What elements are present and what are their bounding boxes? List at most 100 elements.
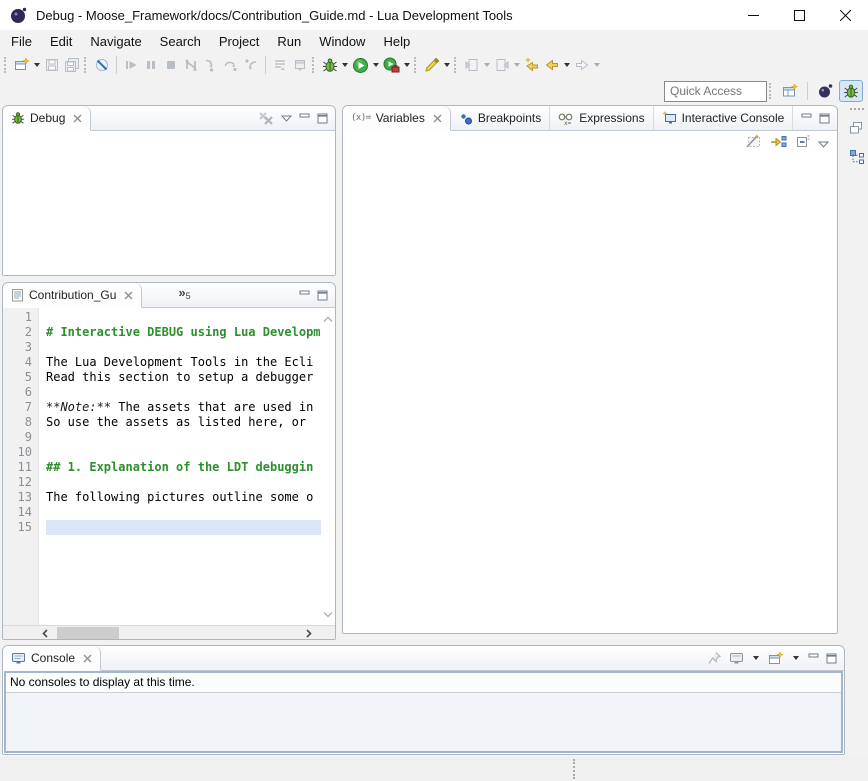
console-content[interactable]: No consoles to display at this time. [4, 671, 843, 753]
menu-navigate[interactable]: Navigate [81, 32, 150, 51]
drop-to-frame-button[interactable] [290, 54, 310, 76]
forward-button[interactable] [572, 54, 592, 76]
tab-interactive-console[interactable]: Interactive Console [654, 106, 794, 130]
tab-contribution-guide[interactable]: Contribution_Gu [3, 283, 142, 308]
run-button[interactable] [350, 54, 371, 76]
outline-view-button[interactable] [849, 149, 865, 170]
new-wizard-button[interactable] [12, 54, 32, 76]
scrollbar-thumb[interactable] [57, 627, 119, 639]
maximize-icon[interactable] [317, 113, 328, 124]
close-icon[interactable] [83, 654, 92, 663]
show-type-names-button[interactable] [745, 134, 762, 154]
horizontal-scrollbar[interactable] [3, 625, 335, 639]
back-dropdown[interactable] [564, 63, 570, 67]
external-tools-button[interactable] [381, 54, 402, 76]
open-console-button[interactable] [768, 651, 784, 666]
last-edit-location-button[interactable] [522, 54, 542, 76]
editor-line[interactable]: 12 [3, 475, 321, 490]
debug-dropdown[interactable] [342, 63, 348, 67]
editor-line[interactable]: 8So use the assets as listed here, or [3, 415, 321, 430]
step-into-button[interactable] [201, 54, 221, 76]
skip-all-breakpoints-button[interactable] [92, 54, 112, 76]
menu-file[interactable]: File [2, 32, 41, 51]
menu-help[interactable]: Help [374, 32, 419, 51]
tab-variables[interactable]: (x)= Variables [343, 106, 451, 131]
menu-run[interactable]: Run [268, 32, 310, 51]
editor-line[interactable]: 14 [3, 505, 321, 520]
run-dropdown[interactable] [373, 63, 379, 67]
toolbar-grip[interactable] [4, 57, 9, 73]
disconnect-button[interactable] [181, 54, 201, 76]
editor-line[interactable]: 6 [3, 385, 321, 400]
menu-edit[interactable]: Edit [41, 32, 81, 51]
tab-breakpoints[interactable]: Breakpoints [451, 106, 550, 130]
close-icon[interactable] [433, 114, 442, 123]
terminate-button[interactable] [161, 54, 181, 76]
editor-lines[interactable]: 12# Interactive DEBUG using Lua Developm… [3, 310, 321, 535]
next-annotation-button[interactable] [462, 54, 482, 76]
toolbar-grip[interactable] [454, 57, 459, 73]
display-console-dropdown[interactable] [753, 656, 759, 660]
use-step-filters-button[interactable] [270, 54, 290, 76]
open-perspective-button[interactable] [778, 80, 802, 102]
scroll-left-icon[interactable] [37, 627, 53, 639]
highlighter-dropdown[interactable] [444, 63, 450, 67]
editor-line[interactable]: 5Read this section to setup a debugger [3, 370, 321, 385]
view-menu-icon[interactable] [281, 115, 292, 122]
scroll-down-icon[interactable] [323, 605, 333, 623]
previous-annotation-button[interactable] [492, 54, 512, 76]
show-logical-structures-button[interactable] [770, 134, 787, 154]
resume-button[interactable] [121, 54, 141, 76]
pin-console-button[interactable] [707, 651, 722, 665]
editor-content[interactable]: 12# Interactive DEBUG using Lua Developm… [3, 308, 335, 625]
view-menu-icon[interactable] [818, 135, 829, 153]
window-minimize-button[interactable] [730, 0, 776, 30]
open-console-dropdown[interactable] [793, 656, 799, 660]
debug-view-content[interactable] [3, 131, 335, 275]
minimize-icon[interactable] [808, 653, 819, 663]
window-close-button[interactable] [822, 0, 868, 30]
highlighter-button[interactable] [422, 54, 442, 76]
minimize-icon[interactable] [299, 290, 310, 300]
suspend-button[interactable] [141, 54, 161, 76]
tab-console[interactable]: Console [3, 646, 101, 671]
back-button[interactable] [542, 54, 562, 76]
next-annotation-dropdown[interactable] [484, 63, 490, 67]
quick-access-input[interactable] [664, 81, 767, 102]
variables-content[interactable] [343, 131, 837, 633]
collapse-all-button[interactable] [795, 134, 810, 154]
maximize-icon[interactable] [819, 113, 830, 124]
scroll-right-icon[interactable] [301, 627, 317, 639]
minimize-icon[interactable] [801, 113, 812, 123]
external-tools-dropdown[interactable] [404, 63, 410, 67]
close-icon[interactable] [73, 114, 82, 123]
editor-line[interactable]: 10 [3, 445, 321, 460]
step-return-button[interactable] [241, 54, 261, 76]
step-over-button[interactable] [221, 54, 241, 76]
editor-line[interactable]: 4The Lua Development Tools in the Ecli [3, 355, 321, 370]
forward-dropdown[interactable] [594, 63, 600, 67]
save-button[interactable] [42, 54, 62, 76]
editor-line[interactable]: 15 [3, 520, 321, 535]
editor-line[interactable]: 7**Note:** The assets that are used in [3, 400, 321, 415]
toolbar-grip[interactable] [84, 57, 89, 73]
toolbar-grip[interactable] [769, 83, 774, 99]
editor-line[interactable]: 3 [3, 340, 321, 355]
editor-line[interactable]: 9 [3, 430, 321, 445]
minimize-icon[interactable] [299, 113, 310, 123]
lua-perspective-button[interactable] [813, 80, 837, 102]
maximize-icon[interactable] [317, 290, 328, 301]
restore-view-button[interactable] [849, 121, 864, 140]
previous-annotation-dropdown[interactable] [514, 63, 520, 67]
toolbar-grip[interactable] [414, 57, 419, 73]
trim-drag-handle[interactable] [850, 108, 864, 112]
menu-project[interactable]: Project [210, 32, 268, 51]
close-icon[interactable] [124, 291, 133, 300]
editor-line[interactable]: 2# Interactive DEBUG using Lua Developm [3, 325, 321, 340]
scroll-up-icon[interactable] [323, 310, 333, 328]
tab-expressions[interactable]: x= Expressions [550, 106, 653, 130]
hidden-editors-chevron[interactable]: »5 [178, 283, 190, 307]
debug-perspective-button[interactable] [839, 80, 863, 102]
toolbar-grip[interactable] [312, 57, 317, 73]
editor-line[interactable]: 1 [3, 310, 321, 325]
